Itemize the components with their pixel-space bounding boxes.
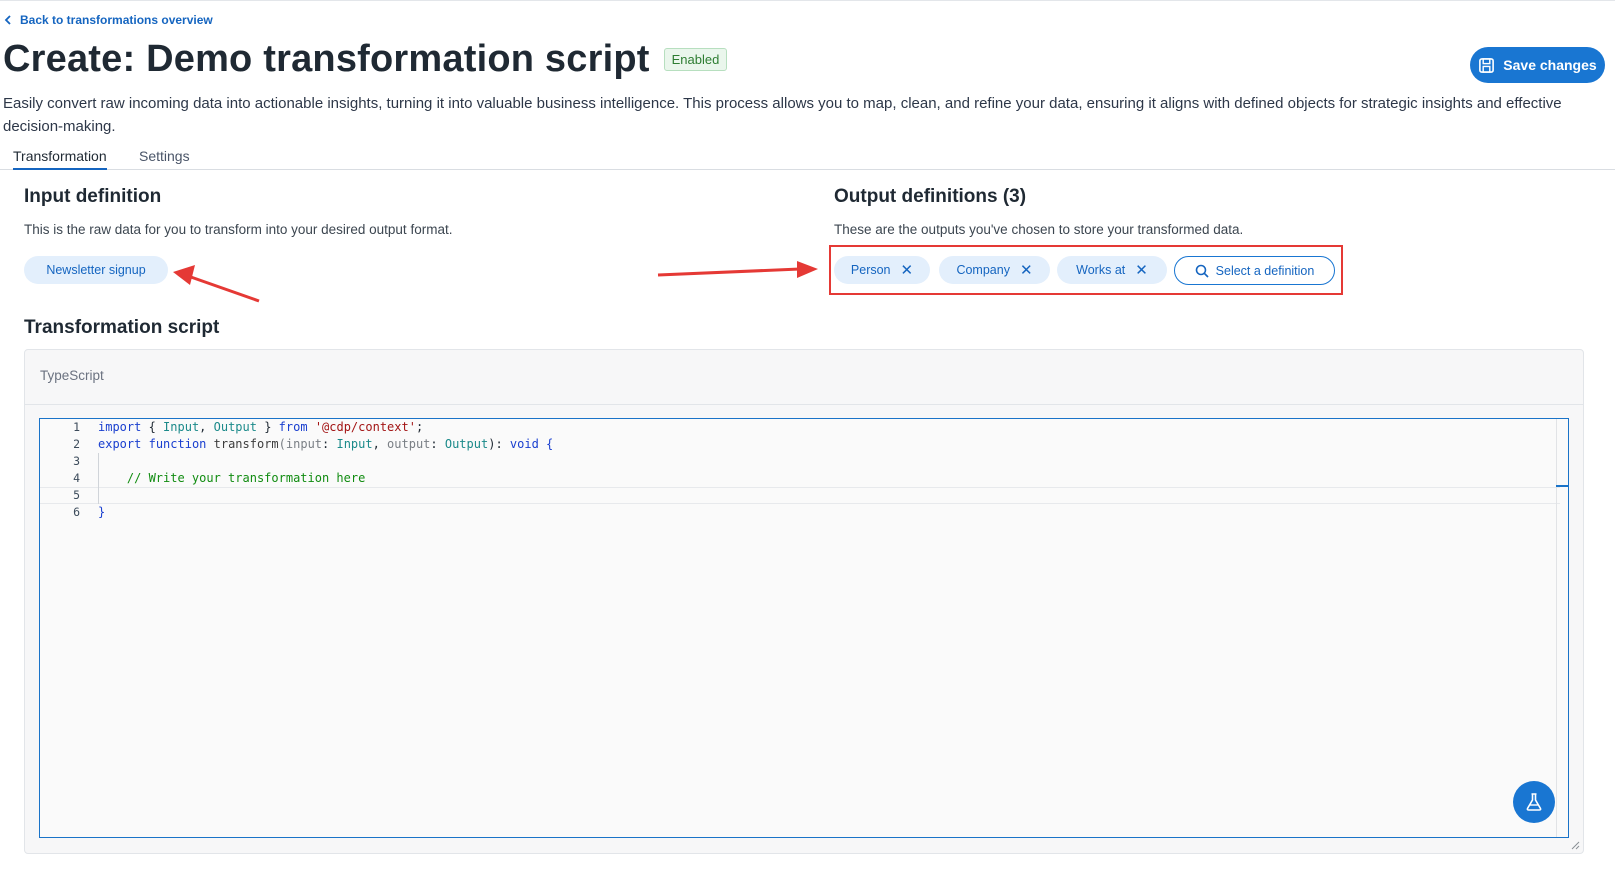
page-description: Easily convert raw incoming data into ac… (3, 95, 1562, 135)
punctuation: ; (415, 420, 424, 434)
editor-scrollbar[interactable] (1556, 419, 1568, 837)
line-number: 5 (73, 488, 80, 502)
keyword: void (509, 437, 539, 451)
output-definitions-title: Output definitions (3) (834, 186, 1027, 207)
annotation-arrow-output (657, 261, 818, 278)
type-name: Output (444, 437, 489, 451)
code-comment: // Write your transformation here (126, 471, 366, 485)
save-button-label: Save changes (1503, 57, 1597, 73)
line-number: 3 (73, 454, 80, 468)
input-chip-label: Newsletter signup (46, 263, 146, 277)
output-definitions-description: These are the outputs you've chosen to s… (834, 222, 1244, 237)
output-chip-company[interactable]: Company ✕ (939, 256, 1050, 284)
page-title: Create: Demo transformation script (3, 38, 650, 80)
back-link[interactable]: Back to transformations overview (4, 13, 213, 27)
close-icon[interactable]: ✕ (1135, 263, 1148, 278)
scrollbar-position-marker (1556, 485, 1568, 487)
chevron-left-icon (4, 15, 11, 25)
tab-bar: Transformation Settings (0, 146, 1615, 170)
string-literal: '@cdp/context' (314, 420, 416, 434)
close-icon[interactable]: ✕ (1020, 263, 1033, 278)
language-label: TypeScript (40, 368, 104, 383)
test-script-button[interactable] (1513, 781, 1555, 823)
punctuation: } (98, 505, 106, 519)
code-line: export function transform(input: Input, … (98, 436, 553, 453)
code-lines: import { Input, Output } from '@cdp/cont… (98, 419, 553, 521)
code-line: } (98, 504, 553, 521)
save-button[interactable]: Save changes (1470, 47, 1605, 83)
line-number: 6 (73, 505, 80, 519)
keyword: function (148, 437, 207, 451)
punctuation (308, 420, 315, 434)
punctuation: { (538, 437, 554, 451)
flask-icon (1526, 793, 1542, 811)
output-chip-person[interactable]: Person ✕ (834, 256, 930, 284)
input-definition-description: This is the raw data for you to transfor… (24, 222, 453, 237)
keyword: export (98, 437, 142, 451)
keyword: from (278, 420, 308, 434)
punctuation (206, 437, 213, 451)
search-icon (1195, 264, 1209, 278)
code-editor-card: TypeScript 1 2 3 4 5 6 import { Input, O… (24, 349, 1584, 854)
punctuation: , (199, 420, 214, 434)
line-number: 4 (73, 471, 80, 485)
punctuation: , (372, 437, 388, 451)
select-definition-label: Select a definition (1215, 263, 1315, 278)
input-chip-newsletter-signup[interactable]: Newsletter signup (24, 256, 168, 284)
punctuation: ( (278, 437, 286, 451)
transformation-script-title: Transformation script (24, 317, 220, 338)
code-line: import { Input, Output } from '@cdp/cont… (98, 419, 553, 436)
punctuation: { (141, 420, 164, 434)
editor-divider (25, 404, 1583, 405)
keyword: import (98, 420, 142, 434)
line-number: 1 (73, 420, 80, 434)
top-divider (0, 0, 1615, 1)
punctuation: : (430, 437, 445, 451)
back-link-label: Back to transformations overview (20, 13, 213, 27)
status-badge: Enabled (663, 48, 728, 71)
parameter-name: output (387, 437, 431, 451)
output-chip-label: Works at (1076, 263, 1126, 277)
line-number: 2 (73, 437, 80, 451)
select-definition-button[interactable]: Select a definition (1174, 256, 1335, 285)
save-icon (1479, 57, 1495, 73)
line-number-gutter: 1 2 3 4 5 6 (40, 419, 80, 521)
close-icon[interactable]: ✕ (901, 263, 914, 278)
resize-handle-icon[interactable] (1570, 840, 1580, 850)
output-chip-label: Company (956, 263, 1010, 277)
output-chip-works-at[interactable]: Works at ✕ (1057, 256, 1167, 284)
function-name: transform (213, 437, 279, 451)
code-editor[interactable]: 1 2 3 4 5 6 import { Input, Output } fro… (39, 418, 1569, 838)
punctuation: : (322, 437, 337, 451)
parameter-name: input (285, 437, 323, 451)
punctuation: ): (488, 437, 510, 451)
type-name: Input (163, 420, 200, 434)
annotation-arrow-input (173, 265, 260, 303)
tab-transformation[interactable]: Transformation (13, 148, 107, 170)
code-line: // Write your transformation here (98, 470, 553, 487)
type-name: Input (336, 437, 373, 451)
tab-settings[interactable]: Settings (139, 148, 190, 170)
output-chip-label: Person (850, 263, 891, 277)
type-name: Output (213, 420, 257, 434)
punctuation: } (256, 420, 279, 434)
input-definition-title: Input definition (24, 186, 162, 207)
title-row: Create: Demo transformation script Enabl… (3, 38, 728, 81)
punctuation (141, 437, 148, 451)
